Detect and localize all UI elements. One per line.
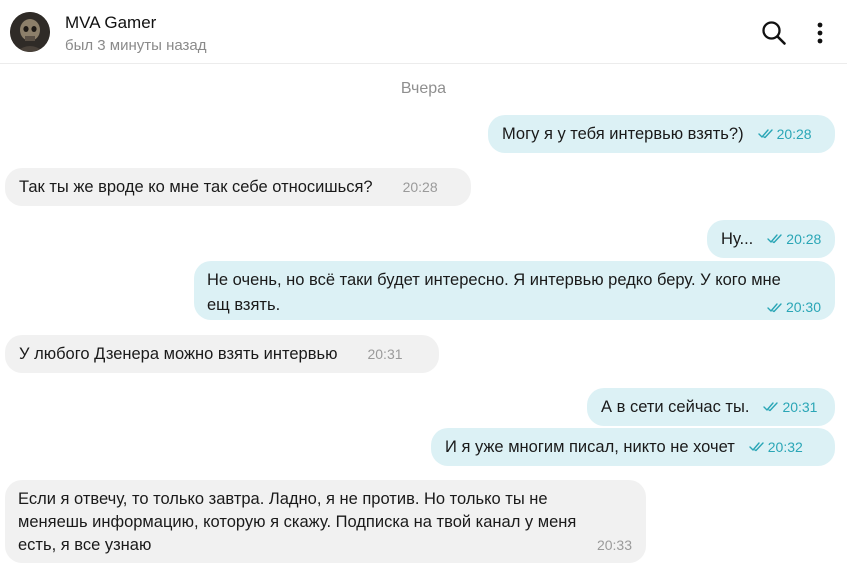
message-text-line: ещ взять. (207, 296, 281, 314)
message-text-line: меняешь информацию, которую я скажу. Под… (18, 513, 577, 531)
chat-header: MVA Gamer был 3 минуты назад (0, 0, 847, 64)
message-text: И я уже многим писал, никто не хочет (445, 437, 735, 456)
double-check-icon (767, 234, 782, 244)
message-meta: 20:30 (767, 296, 821, 319)
message-meta: 20:32 (749, 436, 803, 459)
message-text-line: Не очень, но всё таки будет интересно. Я… (207, 271, 781, 289)
message-time: 20:28 (786, 230, 822, 247)
message-time: 20:30 (785, 299, 821, 315)
message-incoming[interactable]: Так ты же вроде ко мне так себе относишь… (5, 168, 471, 206)
message-incoming[interactable]: У любого Дзенера можно взять интервью 20… (5, 335, 439, 373)
message-meta: 20:31 (367, 343, 402, 366)
message-meta: 20:28 (767, 228, 821, 251)
search-button[interactable] (760, 19, 788, 47)
message-text: А в сети сейчас ты. (601, 397, 750, 416)
message-text-line: есть, я все узнаю (18, 536, 152, 554)
message-text: Ну... (721, 229, 754, 248)
message-time: 20:32 (767, 438, 803, 455)
double-check-icon (749, 442, 764, 452)
message-meta: 20:31 (763, 396, 817, 419)
avatar[interactable] (10, 12, 50, 52)
message-meta: 20:28 (757, 123, 812, 146)
message-time: 20:28 (402, 178, 438, 195)
message-outgoing[interactable]: Ну... 20:28 (707, 220, 835, 258)
double-check-icon (767, 302, 782, 312)
last-seen-status: был 3 минуты назад (65, 37, 207, 54)
message-outgoing[interactable]: Могу я у тебя интервью взять?) 20:28 (488, 115, 835, 153)
message-outgoing[interactable]: А в сети сейчас ты. 20:31 (587, 388, 835, 426)
more-vertical-icon (817, 22, 823, 44)
message-incoming[interactable]: Если я отвечу, то только завтра. Ладно, … (5, 480, 646, 563)
message-text: У любого Дзенера можно взять интервью (19, 344, 338, 363)
date-separator: Вчера (400, 80, 447, 97)
message-outgoing[interactable]: И я уже многим писал, никто не хочет 20:… (431, 428, 835, 466)
message-meta: 20:28 (403, 176, 438, 199)
message-outgoing[interactable]: Не очень, но всё таки будет интересно. Я… (194, 261, 835, 320)
search-icon (762, 21, 786, 45)
chat-title[interactable]: MVA Gamer (65, 13, 156, 33)
more-options-button[interactable] (808, 19, 832, 47)
message-time: 20:31 (367, 345, 403, 362)
double-check-icon (763, 402, 779, 412)
message-time: 20:33 (596, 537, 632, 553)
message-time: 20:28 (776, 125, 812, 142)
message-text-line: Если я отвечу, то только завтра. Ладно, … (18, 490, 548, 508)
double-check-icon (757, 129, 773, 139)
message-text: Так ты же вроде ко мне так себе относишь… (19, 177, 373, 196)
message-time: 20:31 (782, 398, 818, 415)
message-text: Могу я у тебя интервью взять?) (502, 124, 744, 143)
message-meta: 20:33 (597, 534, 632, 557)
